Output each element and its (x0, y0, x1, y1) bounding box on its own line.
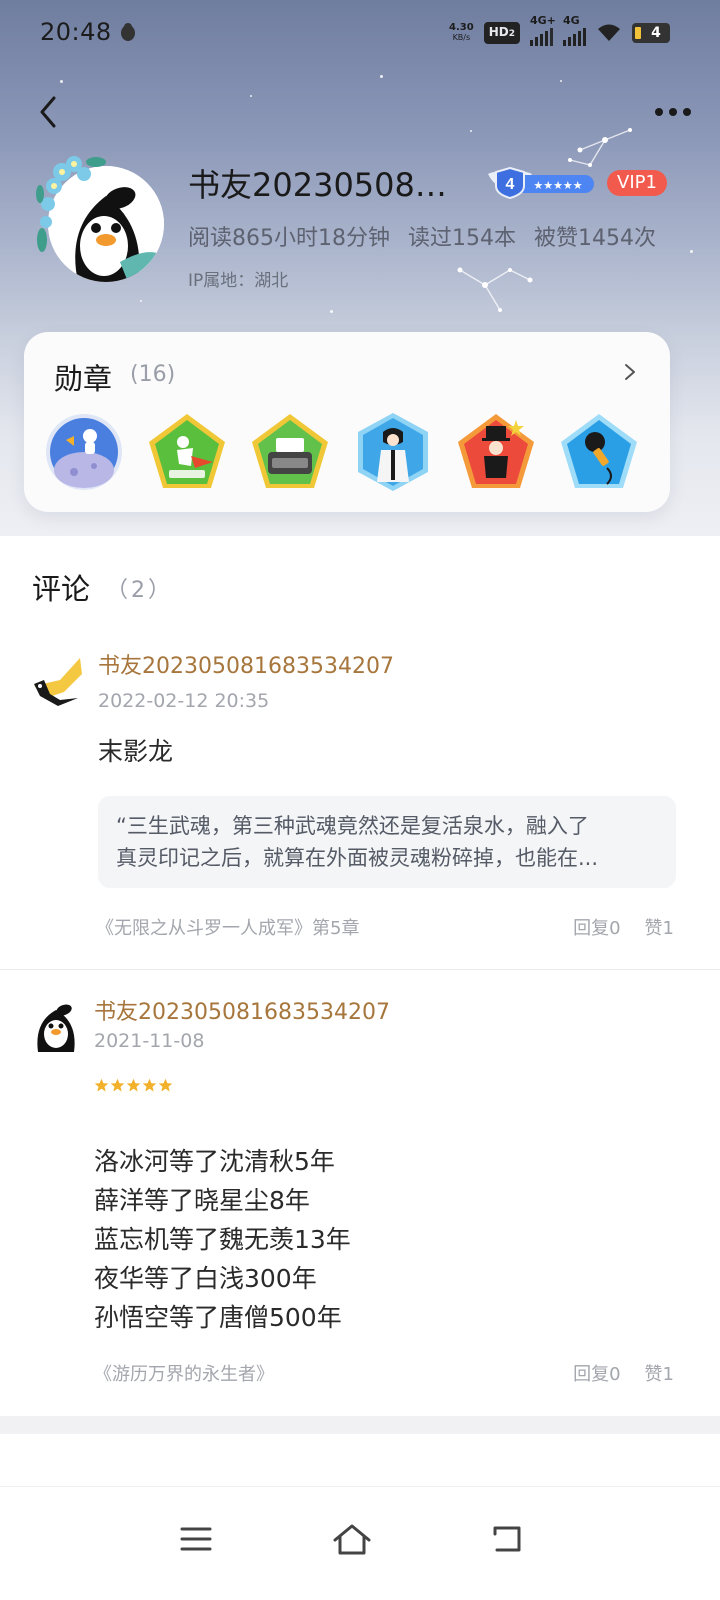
rating-stars (94, 1078, 173, 1093)
sky-star (60, 80, 63, 83)
rating-star-icon (142, 1078, 157, 1092)
bird-avatar-icon[interactable] (30, 656, 82, 708)
ancient-scholar-medal-icon[interactable] (353, 412, 433, 492)
comments-section: 评论 （2） 书友202305081683534207 2022-02-12 2… (0, 536, 720, 1416)
rating-star-icon (158, 1078, 173, 1092)
comment-actions: 回复0 赞1 (573, 914, 674, 940)
quote-line: 真灵印记之后，就算在外面被灵魂粉碎掉，也能在... (116, 846, 599, 870)
magician-medal-icon[interactable] (456, 412, 536, 492)
quote-line: “三生武魂，第三种武魂竟然还是复活泉水，融入了 (116, 814, 589, 838)
sky-star (140, 300, 142, 302)
comment-username[interactable]: 书友202305081683534207 (98, 648, 394, 680)
penguin-avatar-icon[interactable] (30, 1000, 82, 1052)
chevron-right-icon[interactable] (620, 362, 640, 382)
like-button[interactable]: 赞1 (645, 914, 674, 940)
signal-4g-plus-icon: 4G+ (530, 14, 556, 46)
comment-username[interactable]: 书友202305081683534207 (94, 994, 390, 1026)
comment-actions: 回复0 赞1 (573, 1360, 674, 1386)
home-icon (333, 1524, 371, 1555)
comment-line: 洛冰河等了沈清秋5年 (94, 1147, 335, 1176)
comment-item[interactable]: 书友202305081683534207 2021-11-08 洛冰河等了沈清秋… (0, 982, 720, 1412)
status-indicators: 4.30 KB/s HD2 4G+ 4G 4 (449, 14, 670, 46)
divider (0, 969, 720, 970)
comment-date: 2021-11-08 (94, 1030, 205, 1052)
return-icon (493, 1526, 521, 1552)
reading-time-stat: 阅读865小时18分钟 (188, 226, 390, 251)
rating-star-icon (110, 1078, 125, 1092)
back-button[interactable] (28, 90, 68, 134)
comment-text: 末影龙 (98, 737, 174, 766)
profile-username: 书友202305081… (188, 166, 458, 204)
sky-star (690, 250, 693, 253)
flower-frame-icon (36, 156, 106, 252)
hd-voice-icon: HD2 (483, 22, 520, 44)
level-badge-icon[interactable]: 4 ★★★★★ (486, 164, 598, 200)
home-button[interactable] (322, 1509, 382, 1569)
quoted-passage[interactable]: “三生武魂，第三种武魂竟然还是复活泉水，融入了 真灵印记之后，就算在外面被灵魂粉… (98, 796, 676, 888)
comment-text: 洛冰河等了沈清秋5年 薛洋等了晓星尘8年 蓝忘机等了魏无羡13年 夜华等了白浅3… (94, 1142, 351, 1337)
medal-list (44, 412, 650, 492)
svg-text:★★★★★: ★★★★★ (533, 179, 582, 192)
comment-book-link[interactable]: 《无限之从斗罗一人成军》第5章 (96, 914, 359, 940)
section-gap (0, 1416, 720, 1434)
reply-button[interactable]: 回复0 (573, 914, 620, 940)
comment-line: 孙悟空等了唐僧500年 (94, 1303, 342, 1332)
books-read-stat: 读过154本 (408, 226, 516, 251)
typewriter-medal-icon[interactable] (250, 412, 330, 492)
comment-line: 薛洋等了晓星尘8年 (94, 1186, 310, 1215)
rating-star-icon (94, 1078, 109, 1092)
sky-star (560, 80, 562, 82)
vip-badge[interactable]: VIP1 (607, 170, 667, 196)
more-dots-icon (655, 108, 663, 116)
rating-star-icon (126, 1078, 141, 1092)
comment-book-link[interactable]: 《游历万界的永生者》 (94, 1360, 274, 1386)
comment-item[interactable]: 书友202305081683534207 2022-02-12 20:35 末影… (0, 636, 720, 966)
back-nav-button[interactable] (478, 1509, 538, 1569)
status-bar: 20:48 4.30 KB/s HD2 4G+ 4G 4 (0, 0, 720, 66)
like-button[interactable]: 赞1 (645, 1360, 674, 1386)
more-options-button[interactable] (648, 94, 698, 130)
sky-star (330, 310, 333, 313)
medals-card[interactable]: 勋章 (16) (24, 332, 670, 512)
astronaut-moon-medal-icon[interactable] (44, 412, 124, 492)
comment-line: 夜华等了白浅300年 (94, 1264, 317, 1293)
medals-count: (16) (130, 362, 176, 387)
microphone-medal-icon[interactable] (559, 412, 639, 492)
flying-hero-book-medal-icon[interactable] (147, 412, 227, 492)
comments-count: （2） (106, 578, 173, 603)
comment-date: 2022-02-12 20:35 (98, 690, 270, 712)
comments-title: 评论 (32, 572, 91, 606)
profile-stats: 阅读865小时18分钟 读过154本 被赞1454次 (188, 220, 656, 252)
battery-icon: 4 (632, 23, 670, 43)
profile-avatar[interactable] (34, 150, 166, 282)
signal-4g-icon: 4G (563, 14, 586, 46)
back-arrow-icon (40, 96, 56, 128)
ip-location: IP属地：湖北 (188, 271, 289, 291)
sky-star (380, 75, 383, 78)
wifi-icon (598, 24, 620, 41)
sky-star (250, 95, 252, 97)
menu-icon (180, 1527, 212, 1551)
medals-title: 勋章 (54, 362, 113, 396)
system-nav-bar (0, 1486, 720, 1600)
reply-button[interactable]: 回复0 (573, 1360, 620, 1386)
comment-line: 蓝忘机等了魏无羡13年 (94, 1225, 351, 1254)
network-speed: 4.30 KB/s (449, 22, 474, 43)
svg-text:4: 4 (506, 176, 515, 193)
status-time: 20:48 (40, 18, 112, 46)
likes-received-stat: 被赞1454次 (534, 226, 656, 251)
app-notification-icon (121, 23, 135, 41)
menu-button[interactable] (166, 1509, 226, 1569)
